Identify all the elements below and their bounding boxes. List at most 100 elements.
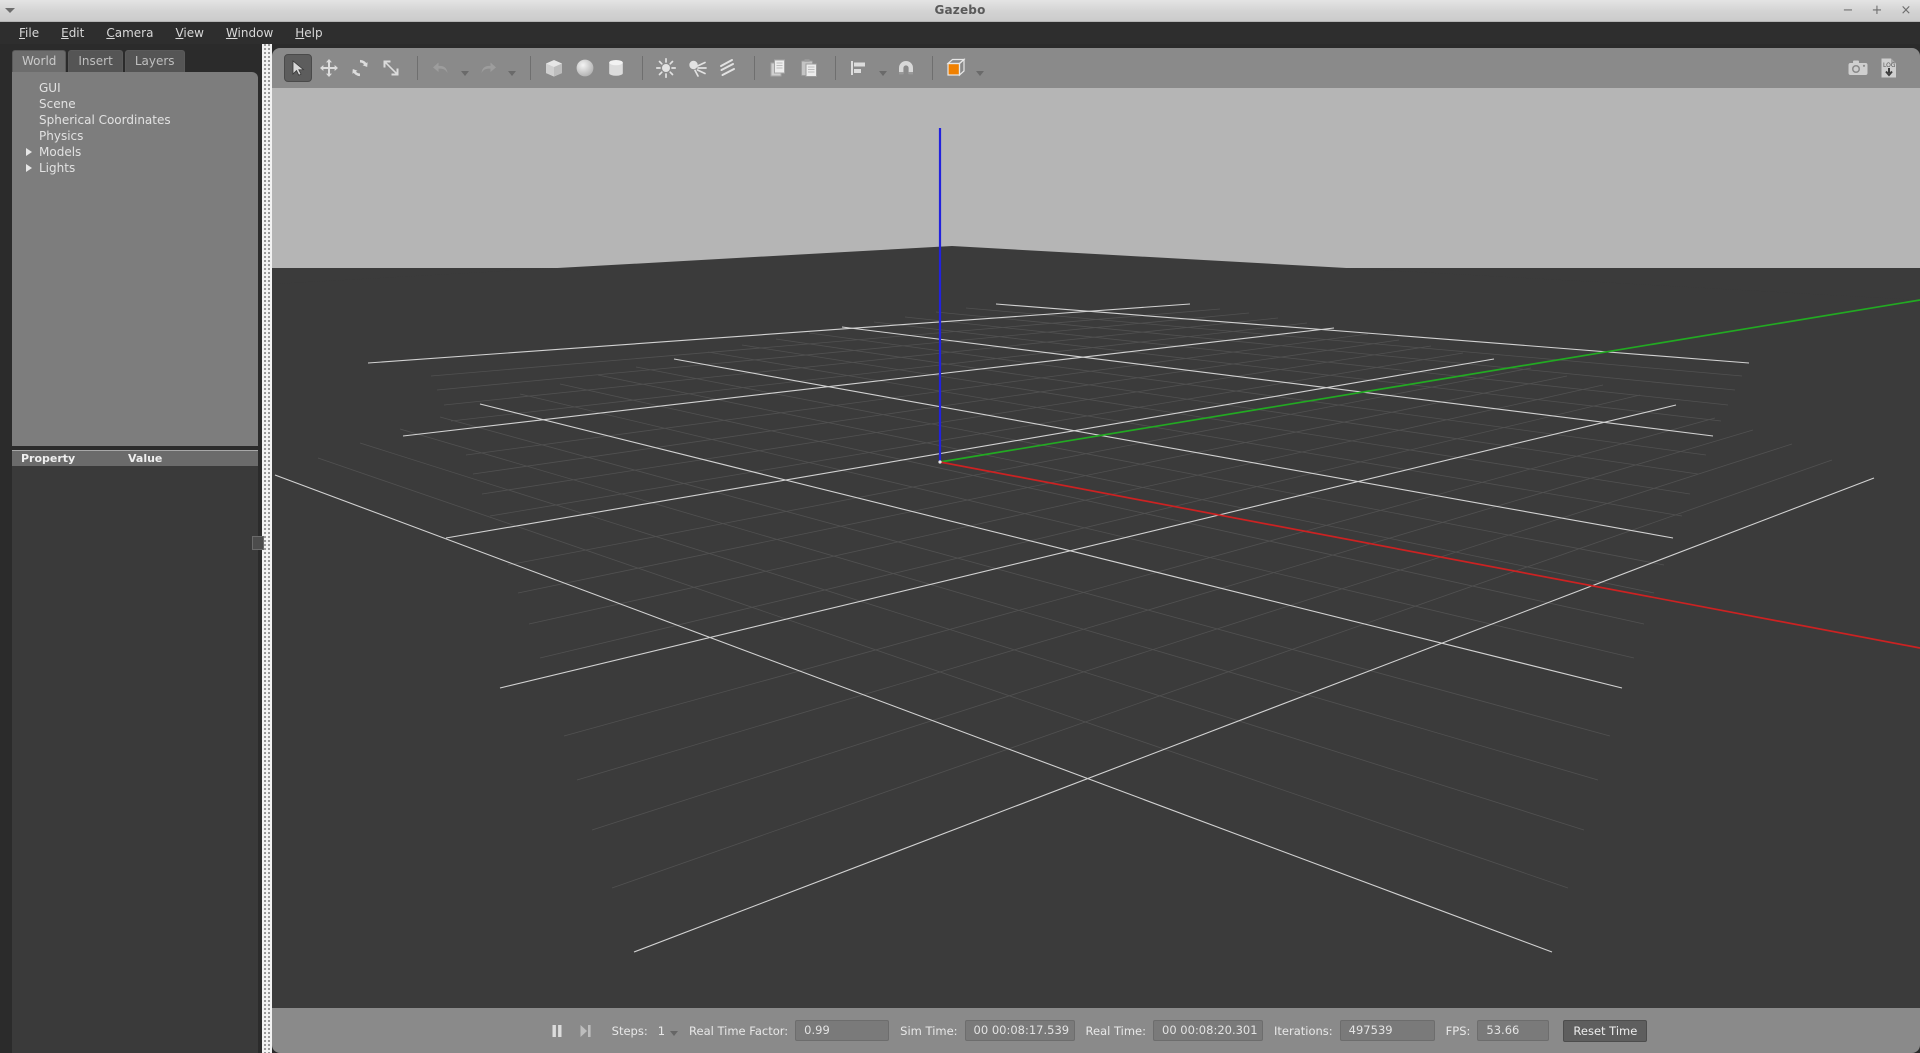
- menu-edit[interactable]: Edit: [50, 23, 95, 43]
- reset-time-button[interactable]: Reset Time: [1563, 1019, 1648, 1042]
- box-icon: [546, 60, 562, 77]
- tree-item-models[interactable]: Models: [12, 144, 258, 160]
- tree-item-label: Scene: [39, 97, 76, 111]
- toolbar-separator: [932, 56, 933, 80]
- log-download-icon: LOG: [1881, 58, 1896, 78]
- rotate-arrows-icon: [352, 59, 368, 77]
- menu-window[interactable]: Window: [215, 23, 284, 43]
- paste-button[interactable]: [795, 54, 823, 82]
- undo-arrow-icon: [433, 62, 448, 73]
- rotate-mode-button[interactable]: [346, 54, 374, 82]
- window-controls: − + ×: [1842, 0, 1912, 21]
- align-button[interactable]: [845, 54, 873, 82]
- svg-text:LOG: LOG: [1883, 62, 1896, 69]
- redo-arrow-icon: [481, 62, 496, 73]
- magnet-icon: [899, 61, 913, 75]
- chevron-down-icon: [461, 71, 469, 76]
- maximize-button[interactable]: +: [1871, 4, 1883, 17]
- tree-item-lights[interactable]: Lights: [12, 160, 258, 176]
- view-angle-options-button[interactable]: [973, 56, 987, 80]
- undo-history-button[interactable]: [458, 56, 472, 80]
- tree-item-label: Physics: [39, 129, 84, 143]
- close-button[interactable]: ×: [1900, 4, 1912, 17]
- sphere-icon: [576, 59, 594, 77]
- origin-marker: [938, 460, 942, 464]
- insert-box-button[interactable]: [540, 54, 568, 82]
- toolbar-separator: [835, 56, 836, 80]
- redo-history-button[interactable]: [505, 56, 519, 80]
- minimize-button[interactable]: −: [1842, 4, 1854, 17]
- insert-directional-light-button[interactable]: [714, 54, 742, 82]
- scene-render: [272, 88, 1920, 1008]
- view-angle-button[interactable]: [942, 54, 970, 82]
- menu-camera[interactable]: Camera: [95, 23, 164, 43]
- tab-world[interactable]: World: [12, 50, 67, 72]
- sim-time-value: 00 00:08:17.539: [964, 1020, 1075, 1041]
- snap-button[interactable]: [892, 54, 920, 82]
- steps-dropdown-icon[interactable]: [670, 1031, 679, 1036]
- toolbar-right-group: LOG: [1844, 54, 1920, 82]
- menu-view-rest: iew: [183, 26, 204, 40]
- insert-spot-light-button[interactable]: [683, 54, 711, 82]
- menu-file[interactable]: File: [8, 23, 50, 43]
- iterations-label: Iterations:: [1274, 1023, 1333, 1038]
- undo-button[interactable]: [427, 54, 455, 82]
- render-area: LOG Steps: 1 Real Time Factor: 0.99 Sim …: [272, 44, 1920, 1053]
- tree-item-physics[interactable]: Physics: [12, 128, 258, 144]
- steps-value[interactable]: 1: [658, 1024, 665, 1038]
- tree-item-spherical-coordinates[interactable]: Spherical Coordinates: [12, 112, 258, 128]
- 3d-viewport[interactable]: [272, 88, 1920, 1008]
- chevron-right-icon[interactable]: [26, 148, 32, 156]
- ground-plane: [272, 246, 1920, 1008]
- chevron-right-icon[interactable]: [26, 164, 32, 172]
- fps-value: 53.66: [1477, 1020, 1550, 1041]
- property-column-header: Property: [21, 452, 76, 465]
- property-table-body[interactable]: [12, 466, 258, 1053]
- tab-layers[interactable]: Layers: [124, 50, 185, 72]
- paste-icon: [801, 59, 817, 77]
- toolbar-separator: [530, 56, 531, 80]
- toolbar-separator: [642, 56, 643, 80]
- log-record-button[interactable]: LOG: [1875, 54, 1903, 82]
- pause-button[interactable]: [545, 1019, 569, 1043]
- splitter-grip[interactable]: [252, 536, 264, 550]
- insert-point-light-button[interactable]: [652, 54, 680, 82]
- tree-item-gui[interactable]: GUI: [12, 80, 258, 96]
- chevron-down-icon: [976, 71, 984, 76]
- translate-mode-button[interactable]: [315, 54, 343, 82]
- menu-view[interactable]: View: [164, 23, 214, 43]
- tree-item-scene[interactable]: Scene: [12, 96, 258, 112]
- property-table-header: Property Value: [12, 450, 258, 466]
- copy-button[interactable]: [764, 54, 792, 82]
- value-column-header: Value: [128, 452, 163, 465]
- menu-help[interactable]: Help: [284, 23, 333, 43]
- tab-insert[interactable]: Insert: [68, 50, 123, 72]
- insert-sphere-button[interactable]: [571, 54, 599, 82]
- scale-mode-button[interactable]: [377, 54, 405, 82]
- iterations-value: 497539: [1339, 1020, 1435, 1041]
- spot-light-icon: [689, 60, 707, 77]
- align-options-button[interactable]: [876, 56, 890, 80]
- panel-splitter[interactable]: [252, 44, 272, 1053]
- fps-label: FPS:: [1445, 1023, 1471, 1038]
- sim-time-label: Sim Time:: [900, 1023, 958, 1038]
- steps-label: Steps:: [611, 1023, 648, 1038]
- screenshot-button[interactable]: [1844, 54, 1872, 82]
- tree-item-label: GUI: [39, 81, 61, 95]
- step-forward-button[interactable]: [573, 1019, 597, 1043]
- select-mode-button[interactable]: [284, 54, 312, 82]
- redo-button[interactable]: [474, 54, 502, 82]
- window-title: Gazebo: [934, 3, 986, 17]
- menu-edit-rest: dit: [68, 26, 85, 40]
- world-tree: GUI Scene Spherical Coordinates Physics …: [12, 72, 258, 176]
- insert-cylinder-button[interactable]: [602, 54, 630, 82]
- status-controls: Steps: 1 Real Time Factor: 0.99 Sim Time…: [545, 1019, 1648, 1043]
- pause-icon: [552, 1024, 562, 1037]
- tree-item-label: Lights: [39, 161, 76, 175]
- main-toolbar: LOG: [272, 48, 1920, 88]
- left-panel: World Insert Layers GUI Scene Spherical …: [8, 44, 264, 1053]
- chevron-down-icon: [879, 71, 887, 76]
- simulation-status-bar: Steps: 1 Real Time Factor: 0.99 Sim Time…: [272, 1008, 1920, 1053]
- real-time-value: 00 00:08:20.301: [1153, 1020, 1264, 1041]
- copy-icon: [770, 59, 785, 77]
